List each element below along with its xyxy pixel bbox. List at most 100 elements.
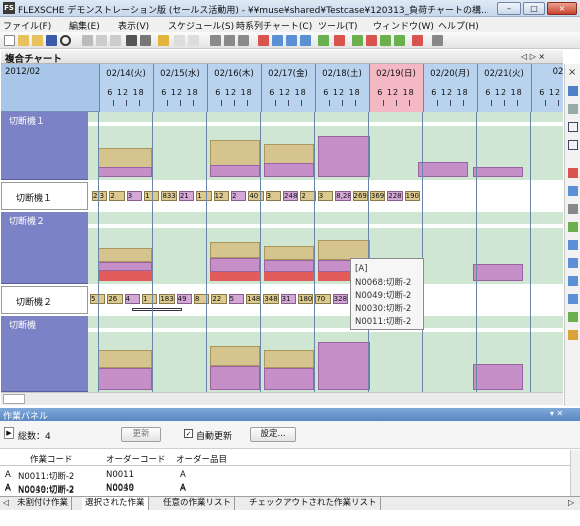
- copy-icon[interactable]: [96, 35, 107, 46]
- operation-bar[interactable]: 8: [194, 294, 210, 304]
- unassign-icon[interactable]: [258, 35, 269, 46]
- redo-icon[interactable]: [188, 35, 199, 46]
- settings-button[interactable]: 設定...: [250, 427, 296, 442]
- grid-icon[interactable]: [568, 122, 578, 132]
- move-icon[interactable]: [286, 35, 297, 46]
- operation-bar[interactable]: 183: [159, 294, 175, 304]
- paste-icon[interactable]: [110, 35, 121, 46]
- schedule-run-icon[interactable]: [210, 35, 221, 46]
- menu-tools[interactable]: ツール(T): [318, 19, 358, 32]
- day-column[interactable]: 02/17(金) 6 12 18: [261, 64, 315, 112]
- operation-bar[interactable]: 2: [109, 191, 125, 201]
- operation-bar[interactable]: 1: [196, 191, 212, 201]
- new-file-icon[interactable]: [4, 35, 15, 46]
- gantt-area[interactable]: 切断機１ 切断機１ 2,3231833211122403248238,28026…: [1, 112, 563, 392]
- maximize-button[interactable]: □: [523, 2, 545, 15]
- panel-controls[interactable]: ▾ ✕: [550, 409, 563, 418]
- operation-bar[interactable]: 3: [126, 191, 143, 201]
- tab-selected-work[interactable]: 選択された作業: [82, 497, 149, 510]
- operation-bar[interactable]: 269: [352, 191, 368, 201]
- toolbar-more-icon[interactable]: [432, 35, 443, 46]
- operation-bar[interactable]: 369: [369, 191, 386, 201]
- order-item[interactable]: A: [180, 470, 186, 480]
- operation-bar[interactable]: 180: [298, 294, 314, 304]
- operation-bar[interactable]: 12: [213, 191, 229, 201]
- highlight-b-icon[interactable]: [366, 35, 377, 46]
- tab-scroll-left-icon[interactable]: ◁: [3, 498, 9, 507]
- operation-bar[interactable]: 49: [176, 294, 192, 304]
- gantt-a-icon[interactable]: [568, 240, 578, 250]
- chart-red-icon[interactable]: [568, 168, 578, 178]
- operation-bar[interactable]: 5: [228, 294, 244, 304]
- tab-scroll-right-icon[interactable]: ▷: [568, 498, 574, 507]
- day-column[interactable]: 02 6 12 18: [531, 64, 576, 112]
- operation-bar[interactable]: 70: [315, 294, 331, 304]
- panel-view-icon[interactable]: [568, 86, 578, 96]
- stack-icon[interactable]: [568, 312, 578, 322]
- highlight-c-icon[interactable]: [380, 35, 391, 46]
- day-column[interactable]: 02/16(木) 6 12 18: [207, 64, 261, 112]
- horizontal-scrollbar[interactable]: [1, 392, 563, 405]
- resource-row-label[interactable]: 切断機２: [1, 286, 88, 314]
- operation-bar[interactable]: 2,3: [92, 191, 108, 201]
- resource-row-label[interactable]: 切断機２: [1, 212, 88, 284]
- column-header-work-code[interactable]: 作業コード: [30, 453, 73, 465]
- day-column[interactable]: 02/15(水) 6 12 18: [153, 64, 207, 112]
- operation-bar[interactable]: 3: [265, 191, 282, 201]
- scroll-thumb[interactable]: [3, 394, 25, 404]
- menu-edit[interactable]: 編集(E): [69, 19, 100, 32]
- layout-icon[interactable]: [568, 104, 578, 114]
- open-recent-icon[interactable]: [32, 35, 43, 46]
- undo-icon[interactable]: [174, 35, 185, 46]
- line-chart-icon[interactable]: [568, 204, 578, 214]
- highlight-a-icon[interactable]: [352, 35, 363, 46]
- help-icon[interactable]: [158, 35, 169, 46]
- print-preview-icon[interactable]: [140, 35, 151, 46]
- day-column[interactable]: 02/21(火) 6 12 18: [477, 64, 531, 112]
- close-icon[interactable]: ×: [568, 68, 578, 78]
- menu-timeseries-chart[interactable]: 時系列チャート(C): [236, 19, 312, 32]
- highlight-d-icon[interactable]: [394, 35, 405, 46]
- menu-window[interactable]: ウィンドウ(W): [373, 19, 434, 32]
- gantt-row[interactable]: 2,3231833211122403248238,280269369228190: [88, 189, 563, 203]
- menu-schedule[interactable]: スケジュール(S): [168, 19, 234, 32]
- list-icon[interactable]: [568, 140, 578, 150]
- operation-bar[interactable]: 3: [317, 191, 334, 201]
- filter-a-icon[interactable]: [318, 35, 329, 46]
- resource-icon[interactable]: [568, 330, 578, 340]
- operation-bar[interactable]: 348: [263, 294, 279, 304]
- resource-row-label[interactable]: 切断機１: [1, 182, 88, 210]
- order-code[interactable]: N0011: [106, 470, 134, 480]
- resource-row-label[interactable]: 切断機: [1, 316, 88, 392]
- operation-bar[interactable]: 22: [211, 294, 227, 304]
- menu-help[interactable]: ヘルプ(H): [438, 19, 479, 32]
- operation-bar[interactable]: 328: [332, 294, 348, 304]
- filter-b-icon[interactable]: [334, 35, 345, 46]
- minimize-button[interactable]: –: [497, 2, 521, 15]
- update-button[interactable]: 更新: [121, 427, 161, 442]
- day-column[interactable]: 02/19(日) 6 12 18: [369, 64, 423, 112]
- list-vertical-scrollbar[interactable]: [570, 450, 580, 496]
- bar-chart-icon[interactable]: [568, 222, 578, 232]
- clear-icon[interactable]: [412, 35, 423, 46]
- assign-icon[interactable]: [272, 35, 283, 46]
- operation-bar[interactable]: 833: [161, 191, 177, 201]
- tab-unassigned-work[interactable]: 未割付け作業: [14, 497, 73, 510]
- load-chart-row[interactable]: [88, 212, 563, 284]
- day-column[interactable]: 02/20(月) 6 12 18: [423, 64, 477, 112]
- cut-icon[interactable]: [82, 35, 93, 46]
- load-chart-row[interactable]: [88, 112, 563, 180]
- gantt-c-icon[interactable]: [568, 276, 578, 286]
- operation-bar[interactable]: 31: [280, 294, 296, 304]
- search-icon[interactable]: [60, 35, 71, 46]
- open-folder-icon[interactable]: [18, 35, 29, 46]
- zoom-icon[interactable]: [300, 35, 311, 46]
- chart-tab-title[interactable]: 複合チャート: [5, 51, 62, 65]
- load-chart-row[interactable]: [88, 316, 563, 392]
- auto-update-checkbox[interactable]: ✓: [184, 429, 193, 438]
- save-icon[interactable]: [46, 35, 57, 46]
- resource-row-label[interactable]: 切断機１: [1, 112, 88, 180]
- schedule-step-icon[interactable]: [224, 35, 235, 46]
- chart-tab-nav[interactable]: ◁ ▷ ×: [521, 52, 545, 61]
- order-item[interactable]: A: [180, 483, 186, 493]
